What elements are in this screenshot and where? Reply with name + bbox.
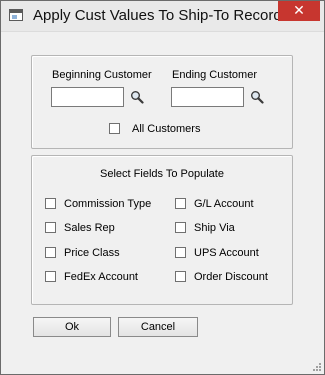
ending-customer-label: Ending Customer (172, 69, 257, 81)
sales-rep-label: Sales Rep (64, 222, 115, 234)
ship-via-checkbox[interactable] (175, 222, 186, 233)
app-window-icon (9, 9, 23, 21)
beginning-customer-label: Beginning Customer (52, 69, 152, 81)
window-title: Apply Cust Values To Ship-To Record (33, 7, 282, 24)
fedex-account-checkbox[interactable] (45, 271, 56, 282)
all-customers-label: All Customers (132, 123, 201, 135)
beginning-customer-search-icon[interactable] (130, 90, 144, 104)
ok-button[interactable]: Ok (33, 317, 111, 337)
resize-grip-icon[interactable] (312, 362, 322, 372)
customer-range-group: Beginning Customer Ending Customer All C… (31, 55, 293, 149)
ship-via-label: Ship Via (194, 222, 235, 234)
order-discount-checkbox[interactable] (175, 271, 186, 282)
dialog-window: Apply Cust Values To Ship-To Record ✕ Be… (0, 0, 325, 375)
fedex-account-label: FedEx Account (64, 271, 138, 283)
gl-account-checkbox[interactable] (175, 198, 186, 209)
gl-account-label: G/L Account (194, 198, 254, 210)
commission-type-label: Commission Type (64, 198, 152, 210)
ending-customer-input[interactable] (171, 87, 244, 107)
cancel-button[interactable]: Cancel (118, 317, 198, 337)
fields-group-heading: Select Fields To Populate (100, 168, 224, 180)
price-class-checkbox[interactable] (45, 247, 56, 258)
ending-customer-search-icon[interactable] (250, 90, 264, 104)
order-discount-label: Order Discount (194, 271, 268, 283)
all-customers-checkbox[interactable] (109, 123, 120, 134)
close-button[interactable]: ✕ (278, 1, 320, 21)
ups-account-label: UPS Account (194, 247, 259, 259)
commission-type-checkbox[interactable] (45, 198, 56, 209)
sales-rep-checkbox[interactable] (45, 222, 56, 233)
price-class-label: Price Class (64, 247, 120, 259)
title-bar[interactable]: Apply Cust Values To Ship-To Record ✕ (1, 1, 324, 32)
fields-group: Select Fields To Populate Commission Typ… (31, 155, 293, 305)
ups-account-checkbox[interactable] (175, 247, 186, 258)
beginning-customer-input[interactable] (51, 87, 124, 107)
